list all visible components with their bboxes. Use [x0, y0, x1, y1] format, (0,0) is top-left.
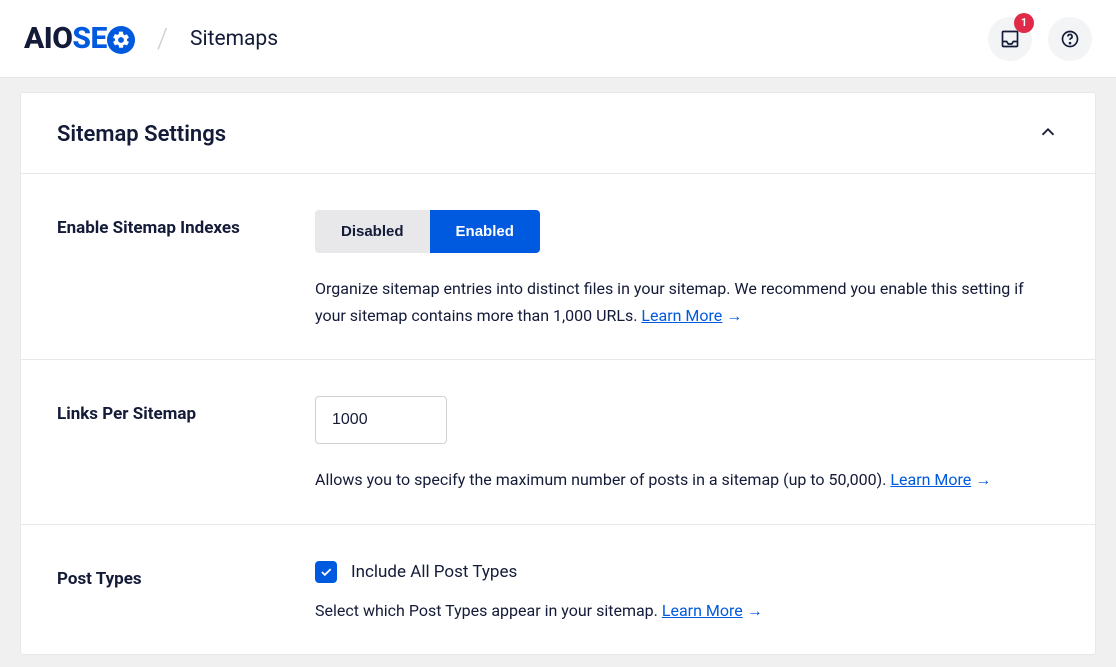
settings-card: Sitemap Settings Enable Sitemap Indexes … [20, 92, 1096, 655]
topbar-actions: 1 [988, 17, 1092, 61]
checkbox-row: Include All Post Types [315, 561, 1059, 583]
arrow-icon: → [726, 306, 742, 325]
card-header[interactable]: Sitemap Settings [21, 93, 1095, 174]
disabled-button[interactable]: Disabled [315, 210, 430, 253]
chevron-up-icon [1037, 121, 1059, 147]
setting-description: Organize sitemap entries into distinct f… [315, 275, 1055, 329]
include-all-checkbox[interactable] [315, 561, 337, 583]
card-title: Sitemap Settings [57, 122, 226, 147]
logo-text-b: SE [72, 21, 106, 56]
setting-content: Disabled Enabled Organize sitemap entrie… [315, 210, 1059, 329]
logo-text-a: AIO [24, 21, 72, 56]
page-title: Sitemaps [190, 27, 278, 51]
setting-description: Select which Post Types appear in your s… [315, 597, 1055, 624]
setting-post-types: Post Types Include All Post Types Select… [21, 525, 1095, 654]
divider: / [157, 22, 168, 55]
arrow-icon: → [975, 470, 991, 489]
setting-label: Enable Sitemap Indexes [57, 210, 315, 329]
help-button[interactable] [1048, 17, 1092, 61]
learn-more-link[interactable]: Learn More [641, 306, 722, 325]
notification-badge: 1 [1014, 13, 1034, 33]
setting-label: Links Per Sitemap [57, 396, 315, 493]
setting-enable-indexes: Enable Sitemap Indexes Disabled Enabled … [21, 174, 1095, 360]
toggle-group: Disabled Enabled [315, 210, 540, 253]
checkbox-label: Include All Post Types [351, 562, 517, 582]
notifications-button[interactable]: 1 [988, 17, 1032, 61]
setting-links-per-sitemap: Links Per Sitemap Allows you to specify … [21, 360, 1095, 524]
setting-content: Include All Post Types Select which Post… [315, 561, 1059, 624]
arrow-icon: → [747, 601, 763, 620]
logo: AIOSE [24, 21, 135, 56]
topbar: AIOSE / Sitemaps 1 [0, 0, 1116, 78]
learn-more-link[interactable]: Learn More [890, 470, 971, 489]
setting-description: Allows you to specify the maximum number… [315, 466, 1055, 493]
setting-label: Post Types [57, 561, 315, 624]
setting-content: Allows you to specify the maximum number… [315, 396, 1059, 493]
gear-icon [107, 26, 135, 54]
learn-more-link[interactable]: Learn More [662, 601, 743, 620]
links-per-sitemap-input[interactable] [315, 396, 447, 444]
enabled-button[interactable]: Enabled [430, 210, 540, 253]
